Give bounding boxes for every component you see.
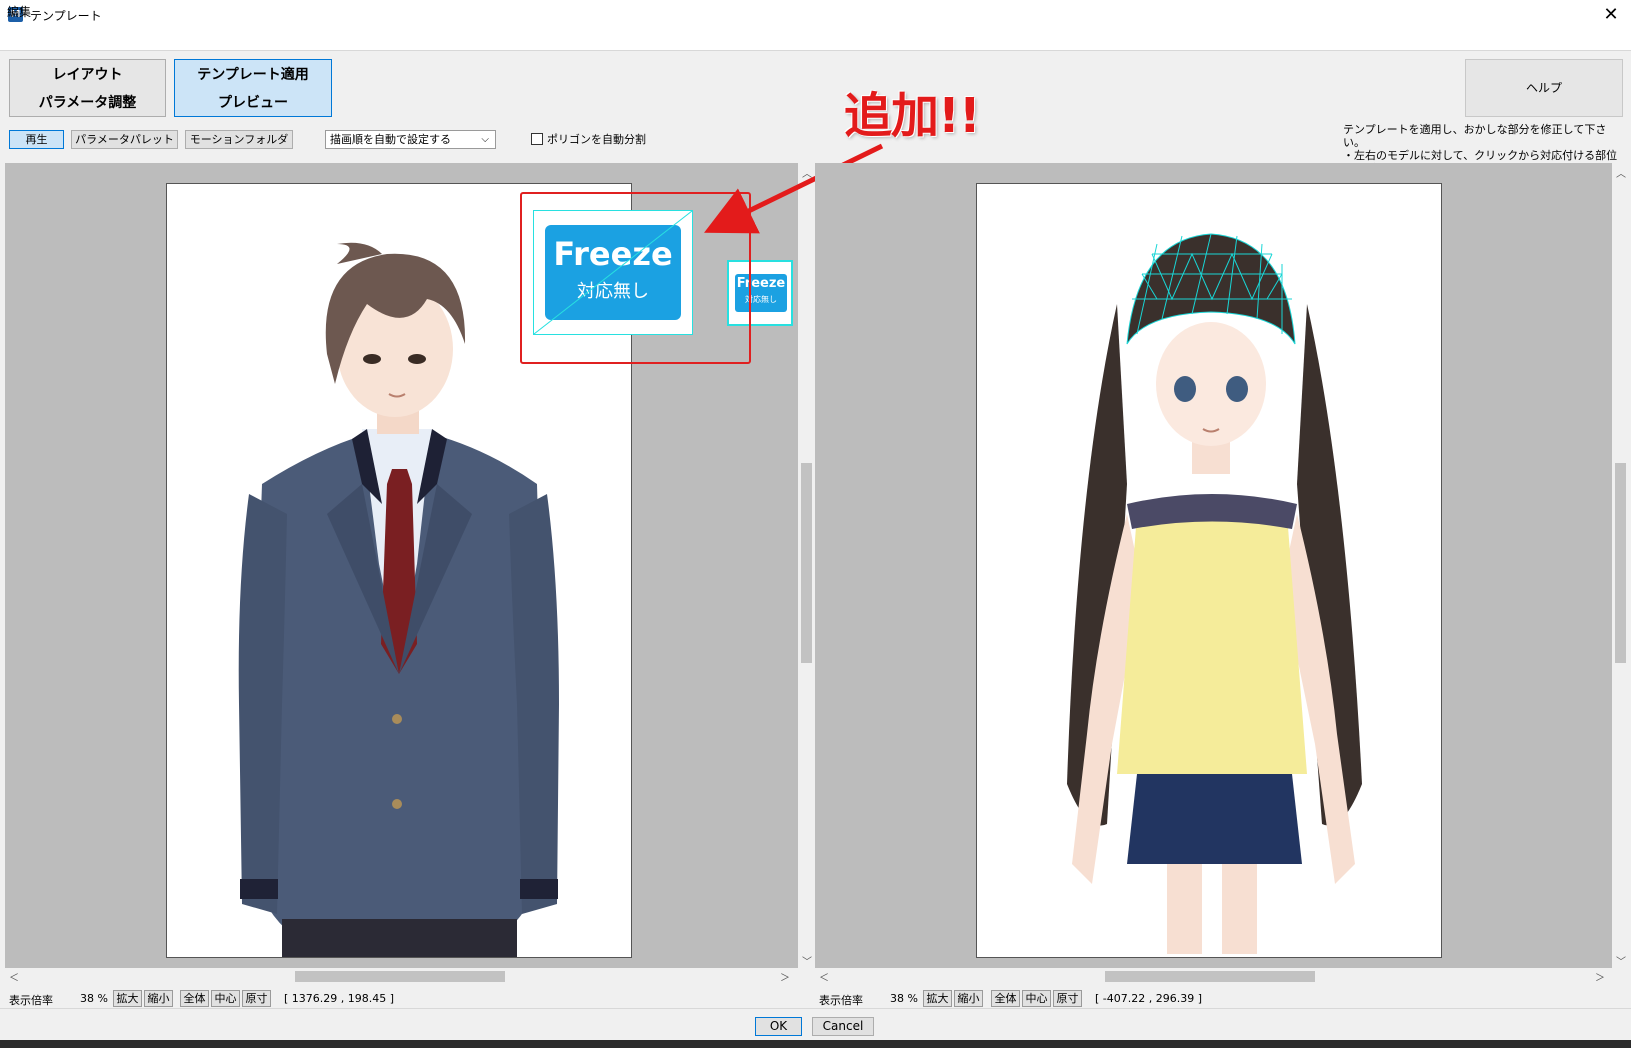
motion-folder-button[interactable]: モーションフォルダ: [185, 130, 293, 149]
template-apply-label: テンプレート適用: [197, 67, 309, 83]
right-coordinates: [ -407.22 , 296.39 ]: [1095, 992, 1203, 1005]
left-fit-button[interactable]: 全体: [180, 990, 209, 1007]
left-coordinates: [ 1376.29 , 198.45 ]: [284, 992, 395, 1005]
left-zoom-out-button[interactable]: 縮小: [144, 990, 173, 1007]
left-horizontal-scrollbar[interactable]: ＜ ＞: [5, 968, 798, 985]
layout-mode-label: レイアウト: [52, 67, 123, 83]
left-center-button[interactable]: 中心: [211, 990, 240, 1007]
menu-bar: [0, 30, 1631, 51]
cancel-button[interactable]: Cancel: [812, 1017, 874, 1036]
right-zoom-label: 表示倍率: [819, 994, 863, 1007]
left-zoom-label: 表示倍率: [9, 994, 53, 1007]
chevron-down-icon: ⌵: [481, 134, 489, 145]
footer-divider: [0, 1008, 1631, 1009]
right-vertical-scrollbar[interactable]: ︿ ﹀: [1612, 163, 1629, 968]
title-bar: [0, 0, 1631, 30]
left-hscroll-thumb[interactable]: [295, 971, 505, 982]
preview-label: プレビュー: [218, 95, 288, 111]
template-apply-mode-button[interactable]: テンプレート適用 プレビュー: [174, 59, 332, 117]
right-center-button[interactable]: 中心: [1022, 990, 1051, 1007]
menu-edit[interactable]: 編集: [7, 3, 31, 20]
right-horizontal-scrollbar[interactable]: ＜ ＞: [815, 968, 1612, 985]
draw-order-select[interactable]: 描画順を自動で設定する ⌵: [325, 130, 496, 149]
right-hscroll-thumb[interactable]: [1105, 971, 1315, 982]
draw-order-select-value: 描画順を自動で設定する: [330, 133, 451, 146]
female-character-image: [1067, 233, 1362, 954]
play-button[interactable]: 再生: [9, 130, 64, 149]
parameter-adjust-label: パラメータ調整: [38, 95, 137, 111]
parameter-palette-button[interactable]: パラメータパレット: [71, 130, 178, 149]
ok-button[interactable]: OK: [755, 1017, 802, 1036]
annotation-label: 追加!!: [844, 88, 981, 144]
polygon-auto-split-checkbox[interactable]: [531, 133, 543, 145]
left-vertical-scrollbar[interactable]: ︿ ﹀: [798, 163, 815, 968]
right-zoom-value: 38 %: [890, 992, 918, 1005]
left-zoom-value: 38 %: [80, 992, 108, 1005]
right-fit-button[interactable]: 全体: [991, 990, 1020, 1007]
taskbar-strip: [0, 1040, 1631, 1048]
window-title: テンプレート: [30, 9, 102, 23]
right-original-size-button[interactable]: 原寸: [1053, 990, 1082, 1007]
right-zoom-out-button[interactable]: 縮小: [954, 990, 983, 1007]
left-zoom-in-button[interactable]: 拡大: [113, 990, 142, 1007]
close-icon[interactable]: ✕: [1596, 2, 1626, 28]
layout-mode-button[interactable]: レイアウト パラメータ調整: [9, 59, 166, 117]
right-vscroll-thumb[interactable]: [1615, 463, 1626, 663]
right-zoom-in-button[interactable]: 拡大: [923, 990, 952, 1007]
left-vscroll-thumb[interactable]: [801, 463, 812, 663]
help-button[interactable]: ヘルプ: [1465, 59, 1623, 117]
right-model-canvas[interactable]: [815, 163, 1612, 968]
polygon-auto-split-label: ポリゴンを自動分割: [547, 133, 646, 146]
left-original-size-button[interactable]: 原寸: [242, 990, 271, 1007]
right-model-paper: [976, 183, 1442, 958]
